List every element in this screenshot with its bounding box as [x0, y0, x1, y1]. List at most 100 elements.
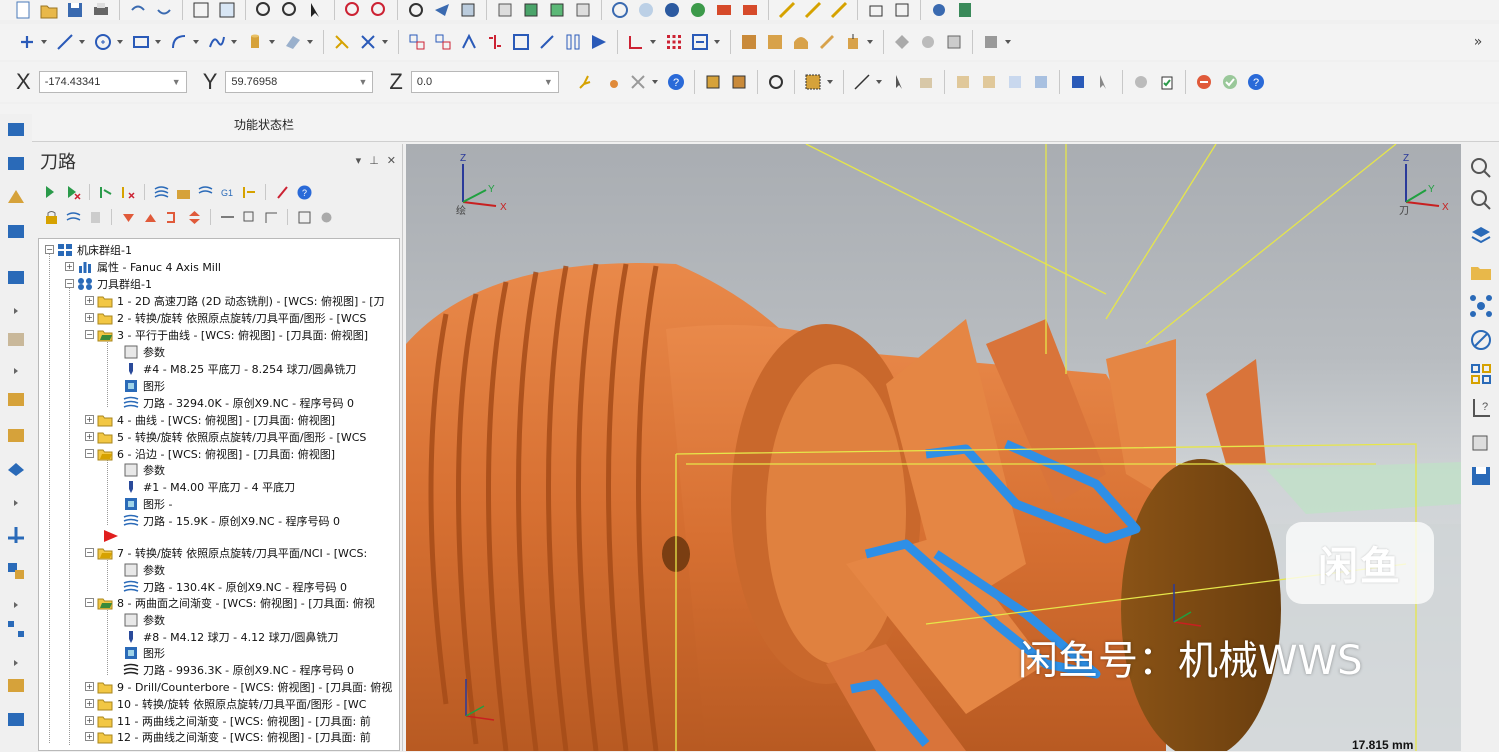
circle-icon[interactable]	[92, 31, 114, 53]
chevron-down-icon[interactable]	[866, 38, 874, 46]
tree-item-op5[interactable]: + 5 - 转换/旋转 依照原点旋转/刀具平面/图形 - [WCS	[85, 428, 366, 445]
solid-select-icon[interactable]	[915, 71, 937, 93]
tree-item-op7-params[interactable]: 参数	[123, 561, 165, 578]
view-cube-icon[interactable]	[457, 0, 479, 20]
stretch-icon[interactable]	[536, 31, 558, 53]
scroll-icon[interactable]	[184, 207, 204, 227]
multiaxis-op-icon[interactable]	[5, 524, 27, 546]
transform-op-icon[interactable]	[5, 560, 27, 582]
tree-item-op2[interactable]: + 2 - 转换/旋转 依照原点旋转/刀具平面/图形 - [WCS	[85, 309, 366, 326]
rotate-icon[interactable]	[458, 31, 480, 53]
pointer-icon[interactable]	[889, 71, 911, 93]
drill-op-icon[interactable]	[5, 328, 27, 350]
cube-view-2-icon[interactable]	[520, 0, 542, 20]
zoom-window-icon[interactable]	[1469, 188, 1493, 212]
tree-item-op3[interactable]: − 3 - 平行于曲线 - [WCS: 俯视图] - [刀具面: 俯视图]	[85, 326, 368, 343]
point-icon[interactable]	[16, 31, 38, 53]
tree-item-op6-geometry[interactable]: 图形 -	[123, 495, 172, 512]
tree-item-op8[interactable]: − 8 - 两曲面之间渐变 - [WCS: 俯视图] - [刀具面: 俯视	[85, 594, 375, 611]
image-icon[interactable]	[216, 0, 238, 20]
no-entry-icon[interactable]	[1469, 328, 1493, 352]
box-icon[interactable]	[738, 31, 760, 53]
chevron-right-icon[interactable]	[12, 300, 20, 314]
tree-item-op3-geometry[interactable]: 图形	[123, 377, 165, 394]
window-select-icon[interactable]	[802, 71, 824, 93]
collapse-icon[interactable]: −	[45, 245, 54, 254]
wcs-icon[interactable]	[625, 31, 647, 53]
insert-position-arrow[interactable]	[103, 527, 123, 544]
regenerate-icon[interactable]	[96, 182, 116, 202]
zoom-in-icon[interactable]	[342, 0, 364, 20]
body-select-icon[interactable]	[952, 71, 974, 93]
vertex-select-icon[interactable]	[1030, 71, 1052, 93]
project-icon[interactable]	[588, 31, 610, 53]
edge-select-icon[interactable]	[1004, 71, 1026, 93]
verify-icon[interactable]	[173, 182, 193, 202]
expand-icon[interactable]: +	[85, 415, 94, 424]
save-icon[interactable]	[1469, 464, 1493, 488]
arc-icon[interactable]	[168, 31, 190, 53]
pin-icon[interactable]: ⊥	[369, 154, 379, 167]
collapse-icon[interactable]: −	[85, 598, 94, 607]
levels-manager-icon[interactable]	[5, 220, 27, 242]
tree-item-op7[interactable]: − 7 - 转换/旋转 依照原点旋转/刀具平面/NCI - [WCS:	[85, 544, 367, 561]
stock-box-icon[interactable]	[5, 674, 27, 696]
post-toggle-icon[interactable]	[85, 207, 105, 227]
stock-icon[interactable]	[764, 31, 786, 53]
collapse-icon[interactable]: −	[85, 449, 94, 458]
globe-icon[interactable]	[609, 0, 631, 20]
swap-selection-icon[interactable]	[765, 71, 787, 93]
trim-icon[interactable]	[331, 31, 353, 53]
ok-icon[interactable]	[1219, 71, 1241, 93]
surface-icon[interactable]	[282, 31, 304, 53]
extrude-icon[interactable]	[842, 31, 864, 53]
line-icon[interactable]	[54, 31, 76, 53]
sweep-icon[interactable]	[816, 31, 838, 53]
expand-icon[interactable]: +	[85, 682, 94, 691]
move-down-icon[interactable]	[118, 207, 138, 227]
mesh-icon[interactable]	[891, 31, 913, 53]
tree-item-properties[interactable]: + 属性 - Fanuc 4 Axis Mill	[65, 258, 221, 275]
cylinder-icon[interactable]	[244, 31, 266, 53]
settings-icon[interactable]	[316, 207, 336, 227]
export-icon[interactable]	[294, 207, 314, 227]
stock-model-icon[interactable]	[5, 266, 27, 288]
chevron-down-icon[interactable]	[1004, 38, 1012, 46]
tree-item-op1[interactable]: + 1 - 2D 高速刀路 (2D 动态铣削) - [WCS: 俯视图] - […	[85, 292, 385, 309]
stock-cylinder-icon[interactable]	[5, 708, 27, 730]
expand-icon[interactable]: +	[85, 699, 94, 708]
tree-item-op12[interactable]: + 12 - 两曲线之间渐变 - [WCS: 俯视图] - [刀具面: 前	[85, 728, 371, 745]
level-icon[interactable]	[865, 0, 887, 20]
new-file-icon[interactable]	[12, 0, 34, 20]
mirror-icon[interactable]	[484, 31, 506, 53]
grid-view-icon[interactable]	[1469, 362, 1493, 386]
info-icon[interactable]: ?	[1245, 71, 1267, 93]
zoom-icon[interactable]	[279, 0, 301, 20]
copy-op-icon[interactable]	[239, 207, 259, 227]
single-op-icon[interactable]	[217, 207, 237, 227]
line-color-icon[interactable]	[828, 0, 850, 20]
tree-item-op3-params[interactable]: 参数	[123, 343, 165, 360]
model-prep-icon[interactable]	[980, 31, 1002, 53]
panel-menu-icon[interactable]: ▾	[356, 154, 362, 167]
lock-icon[interactable]	[41, 207, 61, 227]
settings-gear-icon[interactable]	[928, 0, 950, 20]
chevron-down-icon[interactable]	[154, 38, 162, 46]
insert-arrow-icon[interactable]	[162, 207, 182, 227]
translate-icon[interactable]	[432, 31, 454, 53]
help-icon[interactable]: ?	[665, 71, 687, 93]
view-arrow-icon[interactable]	[431, 0, 453, 20]
collapse-icon[interactable]: −	[65, 279, 74, 288]
chevron-down-icon[interactable]: ▼	[544, 77, 553, 87]
array-icon[interactable]	[562, 31, 584, 53]
face-select-icon[interactable]	[978, 71, 1000, 93]
select-icon[interactable]	[305, 0, 327, 20]
spline-icon[interactable]	[206, 31, 228, 53]
chevron-right-icon[interactable]	[12, 594, 20, 608]
chevron-down-icon[interactable]	[230, 38, 238, 46]
solid-view-icon[interactable]	[1469, 430, 1493, 454]
mesh-cube-icon[interactable]	[943, 31, 965, 53]
material-icon[interactable]	[687, 0, 709, 20]
stop-icon[interactable]	[1193, 71, 1215, 93]
post-icon[interactable]	[239, 182, 259, 202]
